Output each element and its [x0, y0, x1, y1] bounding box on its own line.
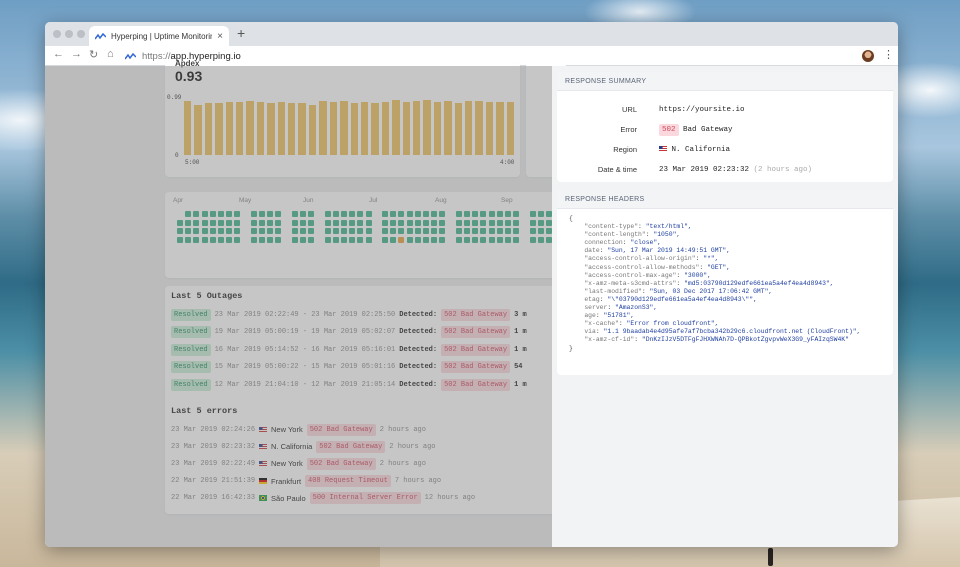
header-value: "3000",	[684, 271, 711, 279]
close-icon[interactable]: ×	[217, 31, 223, 42]
summary-date-value: 23 Mar 2019 02:23:32	[659, 165, 750, 174]
summary-error-row: Error 502 Bad Gateway	[557, 123, 733, 136]
menu-icon[interactable]: ⋮	[883, 48, 894, 61]
header-key: "access-control-allow-origin"	[584, 255, 696, 263]
header-line: server: "AmazonS3",	[584, 304, 658, 312]
header-line: "access-control-allow-methods": "GET",	[584, 263, 731, 271]
back-icon[interactable]: ←	[53, 48, 64, 60]
header-key: "content-length"	[584, 231, 646, 239]
header-line: "content-length": "1050",	[584, 231, 681, 239]
json-close-brace: }	[569, 344, 573, 352]
header-line: "access-control-max-age": "3000",	[584, 271, 711, 279]
response-panel: RESPONSE SUMMARY URL https://yoursite.io…	[552, 66, 898, 547]
forward-icon[interactable]: →	[71, 48, 82, 60]
header-key: "access-control-allow-methods"	[584, 263, 700, 271]
url-scheme: https://	[142, 50, 171, 62]
header-line: "access-control-allow-origin": "*",	[584, 255, 719, 263]
response-summary-title: RESPONSE SUMMARY	[557, 72, 893, 91]
browser-window: Hyperping | Uptime Monitoring × + ← → ↻ …	[45, 22, 898, 547]
header-key: server	[584, 304, 608, 312]
header-value: "close",	[630, 239, 662, 247]
header-value: "AmazonS3",	[615, 304, 658, 312]
browser-tab[interactable]: Hyperping | Uptime Monitoring ×	[89, 26, 229, 46]
summary-date-label: Date & time	[597, 165, 637, 174]
summary-url-label: URL	[621, 105, 637, 114]
summary-region-row: Region N. California	[557, 145, 730, 154]
header-key: "content-type"	[584, 223, 639, 231]
header-line: connection: "close",	[584, 239, 662, 247]
header-value: "1.1 9baadab4e4d95afe7af7bcba342b29c6.cl…	[603, 328, 861, 336]
summary-error-code: 502	[659, 123, 679, 136]
header-key: etag	[584, 295, 600, 303]
summary-date-row: Date & time 23 Mar 2019 02:23:32 (2 hour…	[557, 165, 812, 174]
header-value: "md5:03790d129edfe661ea5a4ef4ea4d8943",	[684, 279, 834, 287]
window-zoom-dot[interactable]	[77, 30, 85, 38]
header-value: "\"03790d129edfe661ea5a4ef4ea4d8943\"",	[607, 295, 757, 303]
header-value: "Sun, 17 Mar 2019 14:49:51 GMT",	[607, 247, 731, 255]
summary-region-label: Region	[613, 145, 637, 154]
json-open-brace: {	[569, 215, 573, 222]
response-headers-json: { "content-type": "text/html", "content-…	[569, 215, 893, 353]
header-line: date: "Sun, 17 Mar 2019 14:49:51 GMT",	[584, 247, 731, 255]
header-key: age	[584, 312, 596, 320]
response-summary-card: RESPONSE SUMMARY URL https://yoursite.io…	[557, 72, 893, 182]
header-value: "Error from cloudfront",	[626, 320, 719, 328]
header-line: "x-amz-cf-id": "DnKzIJzV5DTFgFJHXWNAh7D-…	[584, 336, 849, 344]
header-key: date	[584, 247, 600, 255]
window-close-dot[interactable]	[53, 30, 61, 38]
background-person	[768, 548, 773, 566]
response-headers-card: RESPONSE HEADERS { "content-type": "text…	[557, 190, 893, 375]
header-line: "x-cache": "Error from cloudfront",	[584, 320, 719, 328]
header-line: "content-type": "text/html",	[584, 223, 692, 231]
summary-error-text: Bad Gateway	[683, 125, 733, 134]
header-value: "51781",	[603, 312, 635, 320]
header-key: "x-amz-meta-s3cmd-attrs"	[584, 279, 677, 287]
header-line: etag: "\"03790d129edfe661ea5a4ef4ea4d894…	[584, 295, 757, 303]
header-value: "text/html",	[645, 223, 692, 231]
avatar-icon[interactable]	[862, 50, 874, 62]
summary-url-value: https://yoursite.io	[659, 105, 745, 114]
header-key: "access-control-max-age"	[584, 271, 677, 279]
header-key: "x-amz-cf-id"	[584, 336, 635, 344]
hyperping-logo-icon	[95, 32, 106, 39]
header-value: "*",	[703, 255, 719, 263]
header-value: "1050",	[653, 231, 681, 239]
header-key: "x-cache"	[584, 320, 619, 328]
page-viewport: Apdex 0.93 0.99 0 5:00 4:00 Apr May Jun Jul…	[45, 59, 898, 547]
us-flag-icon	[659, 145, 667, 152]
header-line: via: "1.1 9baadab4e4d95afe7af7bcba342b29…	[584, 328, 861, 336]
summary-error-label: Error	[620, 125, 637, 134]
summary-date-ago: (2 hours ago)	[753, 165, 813, 174]
tab-title: Hyperping | Uptime Monitoring	[111, 31, 213, 41]
summary-region-value: N. California	[671, 145, 731, 154]
header-key: connection	[584, 239, 623, 247]
header-key: via	[584, 328, 596, 336]
header-value: "DnKzIJzV5DTFgFJHXWNAh7D-QPBkotZgvpvWeX3…	[641, 336, 849, 344]
header-line: "last-modified": "Sun, 03 Dec 2017 17:06…	[584, 287, 773, 295]
plus-icon[interactable]: +	[237, 25, 245, 41]
window-minimize-dot[interactable]	[65, 30, 73, 38]
hyperping-logo-icon	[125, 52, 136, 59]
response-headers-title: RESPONSE HEADERS	[557, 190, 893, 209]
header-value: "GET",	[707, 263, 731, 271]
home-icon[interactable]: ⌂	[107, 48, 114, 60]
header-line: age: "51781",	[584, 312, 635, 320]
header-key: "last-modified"	[584, 287, 642, 295]
header-line: "x-amz-meta-s3cmd-attrs": "md5:03790d129…	[584, 279, 834, 287]
reload-icon[interactable]: ↻	[89, 48, 98, 61]
summary-url-row: URL https://yoursite.io	[557, 105, 745, 114]
tab-bar: Hyperping | Uptime Monitoring × +	[45, 22, 898, 46]
header-value: "Sun, 03 Dec 2017 17:06:42 GMT",	[649, 287, 773, 295]
